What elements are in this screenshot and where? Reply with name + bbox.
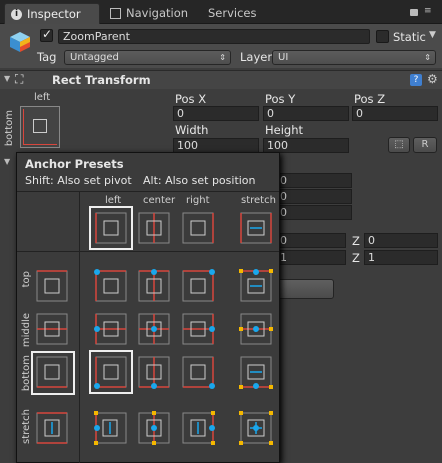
preset-stretch-center[interactable] [138,411,170,445]
pos-z-field[interactable]: 0 [352,106,438,121]
width-label: Width [175,123,209,137]
preset-middle-stretch[interactable] [239,313,273,345]
preset-bottom-right[interactable] [182,356,215,389]
preset-row-top[interactable] [36,270,68,302]
preset-stretch-stretch[interactable] [239,411,273,445]
pos-z-label: Pos Z [354,92,386,106]
static-label: Static [393,30,426,44]
width-field[interactable]: 100 [173,138,259,153]
anchor-horizontal-label: left [34,92,51,103]
layer-value: UI [278,52,289,63]
preset-bottom-center[interactable] [138,356,170,389]
tab-inspector-label: Inspector [27,7,81,21]
tab-bar: i Inspector Navigation Services ≡ [0,0,442,24]
popup-title: Anchor Presets [25,157,124,171]
height-label: Height [265,123,304,137]
tag-label: Tag [37,50,57,64]
pos-x-field[interactable]: 0 [173,106,259,121]
tab-services[interactable]: Services [206,3,276,24]
preset-row-middle[interactable] [36,313,68,345]
tag-value: Untagged [70,52,119,63]
rotation-z-label: Z [352,234,360,248]
preset-stretch-left[interactable] [94,411,127,445]
pos-x-label: Pos X [175,92,207,106]
tab-inspector[interactable]: i Inspector [4,3,100,24]
shift-hint: Shift: Also set pivot [25,174,132,187]
preset-col-stretch[interactable] [240,212,272,244]
tab-navigation[interactable]: Navigation [108,3,198,24]
anchor-min-field[interactable]: 0 [276,173,352,188]
tab-services-label: Services [208,6,257,20]
foldout-arrow-icon[interactable]: ▼ [4,74,10,83]
checkmark-icon: ✓ [42,27,53,41]
menu-icon[interactable]: ≡ [424,6,434,16]
component-title: Rect Transform [52,73,151,87]
help-icon[interactable]: ? [410,74,422,86]
alt-hint: Alt: Also set position [143,174,256,187]
object-header: ✓ ZoomParent Static ▼ Tag Untagged ⇕ Lay… [0,24,442,68]
preset-top-center[interactable] [138,269,170,302]
rotation-y-field[interactable]: 0 [276,233,346,248]
layer-label: Layer [240,50,273,64]
preset-top-left[interactable] [94,269,127,302]
preset-bottom-left-selected[interactable] [89,350,133,394]
blueprint-mode-button[interactable]: ⬚ [388,137,410,153]
scale-y-field[interactable]: 1 [276,250,346,265]
tab-navigation-label: Navigation [126,6,189,20]
preset-middle-left[interactable] [94,313,127,345]
gameobject-cube-icon [8,30,32,54]
raw-edit-button[interactable]: R [413,137,437,153]
active-checkbox[interactable]: ✓ [40,27,53,42]
info-icon: i [11,9,22,20]
scale-z-field[interactable]: 1 [364,250,438,265]
preset-middle-right[interactable] [182,313,215,345]
height-field[interactable]: 100 [263,138,349,153]
pos-y-field[interactable]: 0 [263,106,349,121]
anchor-vertical-label: bottom [4,110,15,147]
rotation-z-field[interactable]: 0 [364,233,438,248]
add-component-button[interactable] [276,279,334,299]
preset-middle-center[interactable] [138,313,170,345]
anchor-inner-rect [33,119,47,133]
foldout-arrow-icon[interactable]: ▼ [4,157,10,166]
anchor-max-field[interactable]: 0 [276,189,352,204]
preset-col-center[interactable] [138,212,170,244]
anchor-preset-button[interactable] [20,106,60,148]
anchor-presets-grid[interactable] [17,191,279,463]
static-dropdown-arrow-icon[interactable]: ▼ [429,30,436,40]
preset-bottom-stretch[interactable] [239,356,273,389]
gear-icon[interactable]: ⚙ [427,72,438,86]
layer-dropdown[interactable]: UI ⇕ [272,50,436,65]
rect-transform-header[interactable]: ▼ ⛶ Rect Transform ? ⚙ [0,70,442,89]
preset-top-stretch[interactable] [239,269,273,302]
object-name-field[interactable]: ZoomParent [58,29,370,44]
preset-col-left[interactable] [89,206,133,250]
lock-icon[interactable] [410,9,418,16]
pivot-field[interactable]: 0 [276,205,352,220]
pos-y-label: Pos Y [265,92,296,106]
updown-arrow-icon: ⇕ [424,53,431,62]
scale-z-label: Z [352,251,360,265]
tag-dropdown[interactable]: Untagged ⇕ [64,50,231,65]
navigation-icon [110,8,121,19]
anchor-presets-popup: Anchor Presets Shift: Also set pivot Alt… [16,152,280,463]
preset-stretch-right[interactable] [182,411,215,445]
updown-arrow-icon: ⇕ [219,53,226,62]
preset-top-right[interactable] [182,269,215,302]
preset-row-bottom[interactable] [31,351,75,395]
static-checkbox[interactable] [376,30,389,43]
preset-row-stretch[interactable] [36,412,68,444]
rect-transform-icon: ⛶ [15,72,24,86]
preset-col-right[interactable] [182,212,214,244]
